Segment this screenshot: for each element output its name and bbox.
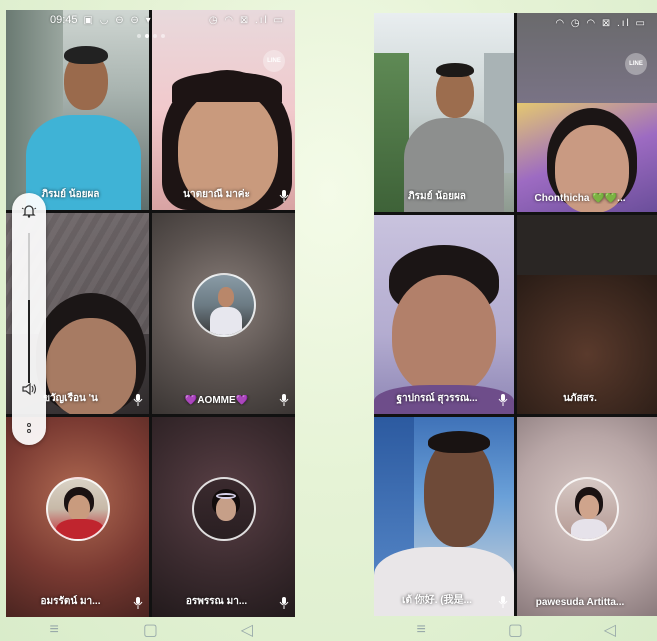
right-phone-screen: ◠ ◷ ◠ ⊠ .ıl ▭ LINE ภิรมย์ น้อยผล Chonthi…: [374, 13, 657, 616]
video-tile[interactable]: อมรรัตน์ มา...: [6, 416, 149, 617]
mic-icon: [133, 393, 143, 406]
video-tile[interactable]: อรพรรณ มา...: [152, 416, 295, 617]
speaker-icon[interactable]: [12, 381, 46, 397]
home-button[interactable]: ▢: [508, 622, 523, 639]
notification-icons: ▣ ◡ ⊖ ⊖ ▾: [83, 14, 153, 26]
video-tile[interactable]: pawesuda Artitta...: [517, 417, 657, 616]
page-indicator: [136, 34, 165, 38]
line-logo-icon: LINE: [625, 53, 647, 75]
participant-name: pawesuda Artitta...: [535, 597, 625, 608]
system-status-icons: ◠ ◷ ◠ ⊠ .ıl ▭: [555, 17, 647, 29]
participant-name: ภิรมย์ น้อยผล: [408, 191, 466, 202]
participant-name: อมรรัตน์ มา...: [40, 595, 101, 607]
video-tile[interactable]: Chonthicha 💚💚...: [517, 13, 657, 212]
participant-name: ฐาปกรณ์ สุวรรณ...: [396, 393, 478, 404]
mic-icon: [498, 596, 508, 608]
participant-name: นาตยาณี มาค่ะ: [183, 189, 250, 201]
android-nav-bar: ≡ ▢ ◁: [374, 621, 657, 639]
participant-name: เต้ 你好. (我是...: [402, 595, 472, 606]
participant-name: 💜AOMME💜: [184, 394, 249, 406]
video-tile[interactable]: 💜AOMME💜: [152, 213, 295, 414]
back-button[interactable]: ◁: [240, 622, 254, 639]
status-bar: ◠ ◷ ◠ ⊠ .ıl ▭: [374, 13, 657, 33]
participant-name: นภัสสร.: [563, 393, 597, 404]
participant-avatar: [191, 476, 256, 541]
video-tile[interactable]: ฐาปกรณ์ สุวรรณ...: [374, 215, 514, 414]
participant-name: Chonthicha 💚💚...: [534, 193, 626, 204]
video-tile[interactable]: นภัสสร.: [517, 215, 657, 414]
volume-slider-fill: [28, 300, 30, 383]
participant-avatar: [191, 273, 256, 338]
menu-button[interactable]: ≡: [47, 621, 61, 638]
menu-button[interactable]: ≡: [414, 621, 428, 638]
mic-icon: [133, 596, 143, 609]
video-tile[interactable]: เต้ 你好. (我是...: [374, 417, 514, 616]
video-grid: ภิรมย์ น้อยผล Chonthicha 💚💚... ฐาปกรณ์ ส…: [374, 13, 657, 616]
video-tile[interactable]: ภิรมย์ น้อยผล: [374, 13, 514, 212]
line-logo-icon: LINE: [263, 50, 285, 72]
system-status-icons: ◷ ◠ ⊠ .ıl ▭: [208, 14, 285, 26]
video-grid: ภิรมย์ น้อยผล นาตยาณี มาค่ะ ขวัญเรือน 'น…: [6, 10, 295, 617]
video-tile[interactable]: ภิรมย์ น้อยผล: [6, 10, 149, 211]
mic-icon: [279, 190, 289, 203]
participant-avatar: [45, 476, 110, 541]
video-tile[interactable]: นาตยาณี มาค่ะ: [152, 10, 295, 211]
more-options-icon[interactable]: [12, 421, 46, 435]
participant-avatar: [555, 476, 619, 541]
bell-icon[interactable]: [12, 201, 46, 221]
mic-icon: [279, 596, 289, 609]
android-nav-bar: ≡ ▢ ◁: [6, 621, 295, 639]
left-phone-screen: 09:45 ▣ ◡ ⊖ ⊖ ▾ ◷ ◠ ⊠ .ıl ▭ LINE ภิรมย์ …: [6, 10, 295, 617]
home-button[interactable]: ▢: [143, 622, 158, 639]
volume-panel[interactable]: [12, 193, 46, 445]
mic-icon: [498, 394, 508, 406]
status-bar: 09:45 ▣ ◡ ⊖ ⊖ ▾ ◷ ◠ ⊠ .ıl ▭: [6, 10, 295, 30]
participant-name: อรพรรณ มา...: [185, 595, 248, 607]
mic-icon: [279, 393, 289, 406]
status-time: 09:45: [50, 14, 78, 26]
back-button[interactable]: ◁: [603, 622, 617, 639]
